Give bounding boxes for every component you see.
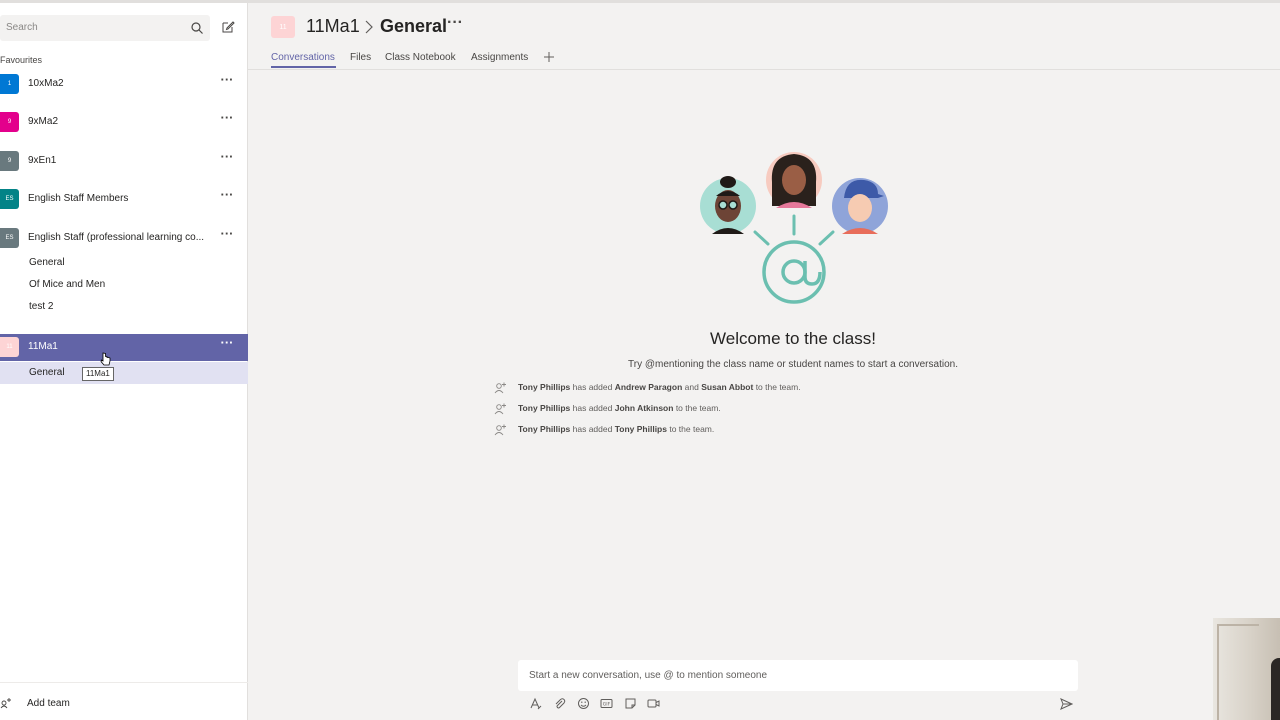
team-name: 10xMa2	[28, 78, 64, 89]
channel-of-mice-and-men[interactable]: Of Mice and Men	[29, 279, 105, 290]
teams-sidebar: Search Favourites 1 10xMa2 ··· 9 9xMa2 ·…	[0, 3, 248, 720]
activity-tail: to the team.	[675, 403, 721, 413]
more-options-icon[interactable]: ···	[218, 188, 236, 206]
more-options-icon[interactable]: ···	[218, 150, 236, 168]
activity-actor: Tony Phillips	[518, 424, 571, 434]
team-name: English Staff Members	[28, 193, 129, 204]
webcam-background-frame	[1217, 624, 1259, 720]
tab-files[interactable]: Files	[350, 52, 371, 63]
activity-added-member: John Atkinson	[614, 403, 674, 413]
activity-joiner: and	[684, 382, 699, 392]
search-input[interactable]: Search	[0, 15, 210, 41]
tab-assignments[interactable]: Assignments	[471, 52, 528, 63]
team-10xma2[interactable]: 1 10xMa2 ···	[0, 71, 248, 97]
svg-text:GIF: GIF	[603, 702, 611, 708]
active-tab-indicator	[271, 66, 336, 68]
gif-icon[interactable]: GIF	[600, 697, 613, 710]
search-icon[interactable]	[190, 21, 204, 35]
add-team-button[interactable]: Add team	[0, 682, 248, 720]
team-avatar: ES	[0, 228, 19, 248]
compose-placeholder: Start a new conversation, use @ to menti…	[529, 670, 768, 681]
team-avatar-header: 11	[271, 16, 295, 38]
channel-general-selected[interactable]: General	[29, 367, 65, 378]
team-name: 11Ma1	[28, 341, 58, 352]
mouse-pointer-icon	[100, 352, 111, 366]
more-options-icon[interactable]: ···	[218, 111, 236, 129]
more-options-icon[interactable]: ···	[218, 227, 236, 245]
channel-general[interactable]: General	[29, 257, 65, 268]
activity-verb: has added	[572, 403, 613, 413]
welcome-illustration	[700, 152, 888, 304]
new-chat-icon[interactable]	[220, 19, 236, 35]
emoji-icon[interactable]	[577, 697, 590, 710]
welcome-title: Welcome to the class!	[710, 329, 876, 348]
send-icon[interactable]	[1060, 698, 1073, 710]
add-team-icon	[0, 698, 11, 709]
activity-tail: to the team.	[755, 382, 801, 392]
team-avatar: 11	[0, 337, 19, 357]
team-9xma2[interactable]: 9 9xMa2 ···	[0, 109, 248, 135]
more-options-icon[interactable]: ···	[218, 336, 236, 354]
team-avatar: 1	[0, 74, 19, 94]
meet-now-icon[interactable]	[647, 697, 660, 710]
activity-added-member: Tony Phillips	[614, 424, 667, 434]
tooltip: 11Ma1	[82, 367, 114, 381]
team-english-staff-members[interactable]: ES English Staff Members ···	[0, 186, 248, 212]
favourites-label: Favourites	[0, 55, 43, 65]
activity-added-member: Andrew Paragon	[614, 382, 683, 392]
tab-conversations[interactable]: Conversations	[271, 52, 335, 63]
add-team-label: Add team	[27, 698, 70, 709]
breadcrumb-team[interactable]: 11Ma1	[306, 16, 360, 37]
activity-text: Tony Phillips has added Tony Phillips to…	[518, 424, 714, 434]
compose-box[interactable]: Start a new conversation, use @ to menti…	[518, 660, 1078, 691]
add-tab-icon[interactable]	[543, 51, 555, 63]
more-options-icon[interactable]: ···	[218, 73, 236, 91]
chevron-right-icon	[365, 20, 373, 34]
activity-text: Tony Phillips has added Andrew Paragon a…	[518, 382, 801, 392]
activity-tail: to the team.	[669, 424, 715, 434]
sticker-icon[interactable]	[624, 697, 637, 710]
activity-text: Tony Phillips has added John Atkinson to…	[518, 403, 721, 413]
activity-verb: has added	[572, 382, 613, 392]
webcam-overlay	[1213, 618, 1280, 720]
team-avatar: 9	[0, 151, 19, 171]
add-member-icon	[494, 403, 506, 415]
breadcrumb-channel: General	[380, 16, 448, 36]
attach-icon[interactable]	[553, 697, 566, 710]
team-9xen1[interactable]: 9 9xEn1 ···	[0, 148, 248, 174]
add-member-icon	[494, 424, 506, 436]
activity-verb: has added	[572, 424, 613, 434]
webcam-person	[1271, 658, 1280, 720]
welcome-subtitle: Try @mentioning the class name or studen…	[628, 359, 958, 370]
activity-actor: Tony Phillips	[518, 403, 571, 413]
activity-actor: Tony Phillips	[518, 382, 571, 392]
team-name: English Staff (professional learning co.…	[28, 232, 205, 243]
add-member-icon	[494, 382, 506, 394]
team-name: 9xMa2	[28, 116, 59, 127]
activity-added-member: Susan Abbot	[701, 382, 754, 392]
team-11ma1[interactable]: 11 11Ma1 ···	[0, 334, 248, 361]
team-avatar: 9	[0, 112, 19, 132]
channel-more-options-icon[interactable]: ···	[447, 14, 463, 32]
team-english-staff-plc[interactable]: ES English Staff (professional learning …	[0, 225, 248, 251]
tab-class-notebook[interactable]: Class Notebook	[385, 52, 456, 63]
format-icon[interactable]	[529, 697, 542, 710]
team-avatar: ES	[0, 189, 19, 209]
search-placeholder: Search	[6, 22, 38, 33]
header-divider	[248, 69, 1280, 70]
channel-test-2[interactable]: test 2	[29, 301, 53, 312]
team-name: 9xEn1	[28, 155, 57, 166]
